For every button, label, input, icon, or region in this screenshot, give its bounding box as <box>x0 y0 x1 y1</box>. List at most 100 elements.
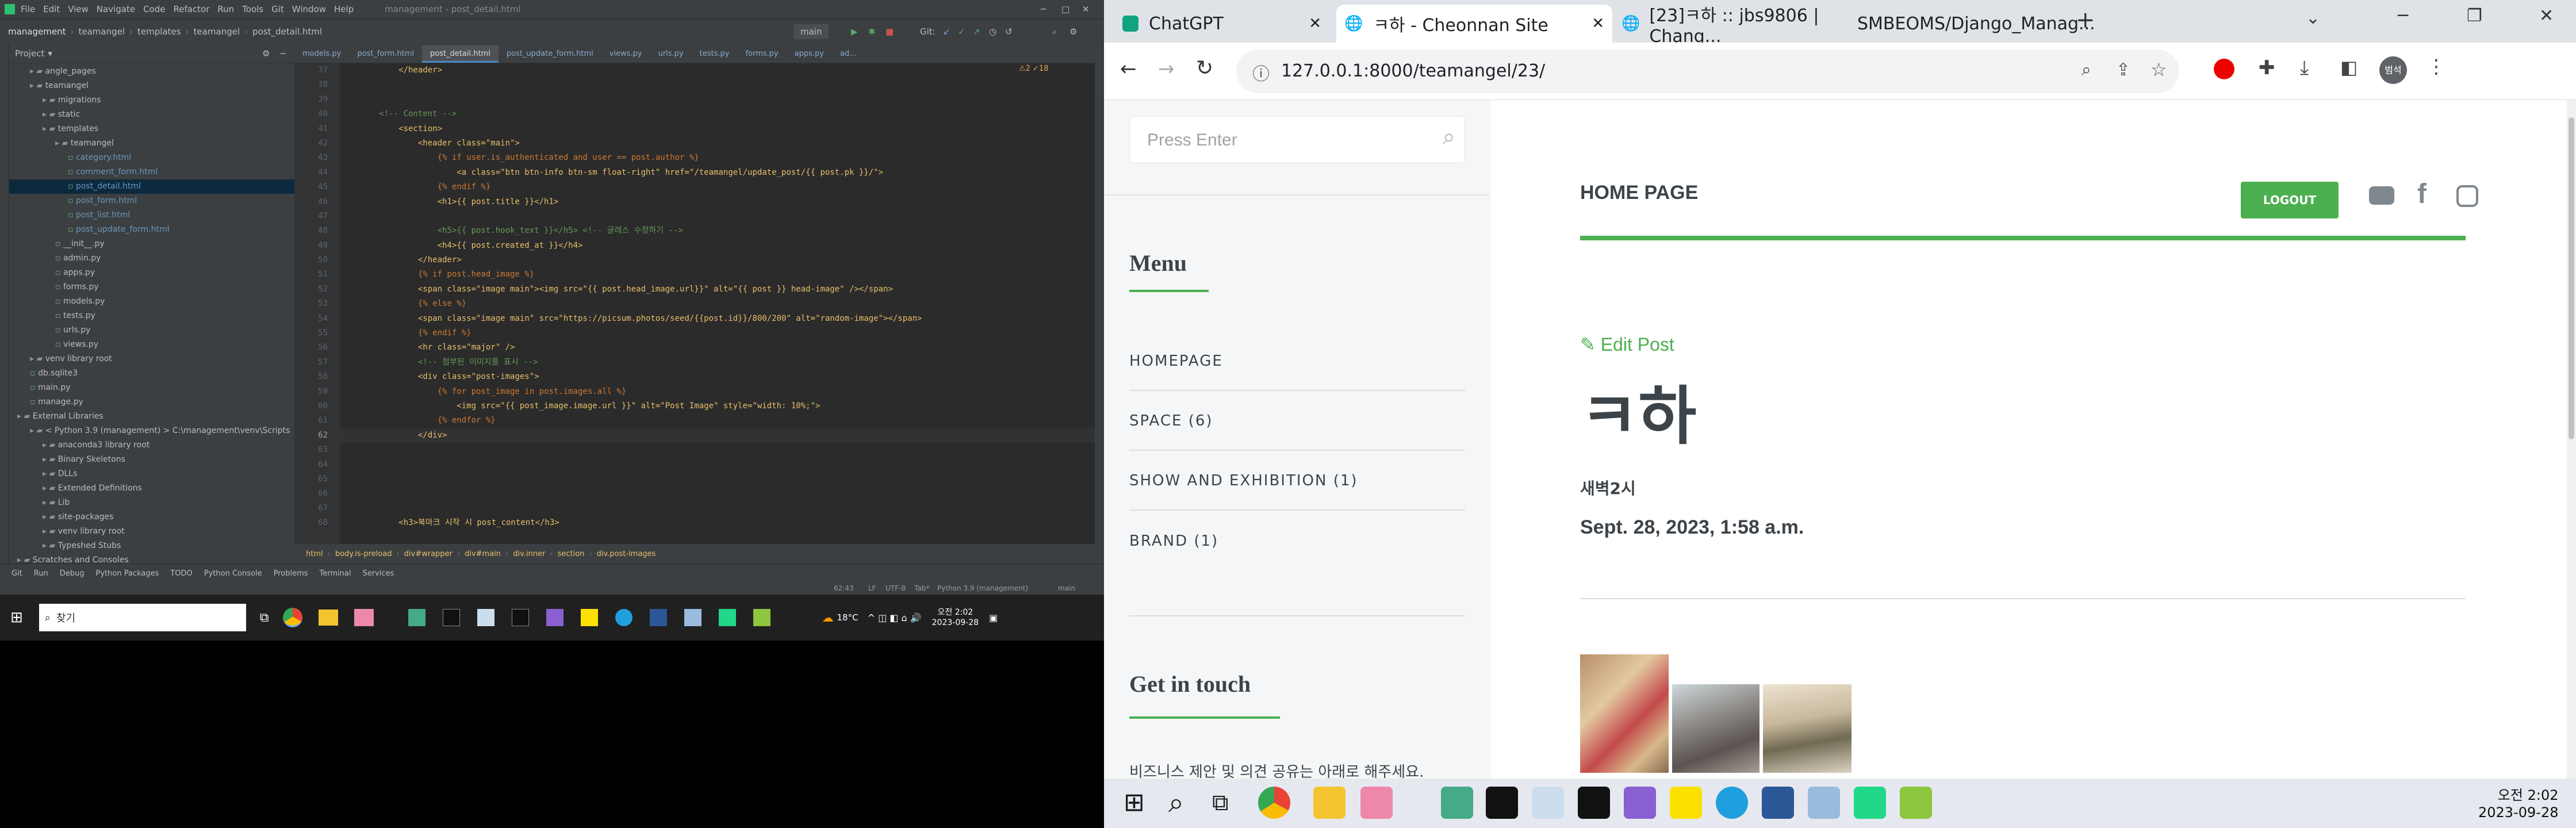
editor-tab[interactable]: ad... <box>832 45 865 63</box>
tree-folder[interactable]: ▸ ▰ External Libraries <box>9 409 294 424</box>
menu-window[interactable]: Window <box>292 4 326 14</box>
tree-folder[interactable]: ▸ ▰ templates <box>9 122 294 136</box>
html-breadcrumb-item[interactable]: div.post-images <box>597 550 656 558</box>
task-view-icon[interactable]: ⧉ <box>1212 787 1244 819</box>
pycharm-logo-icon[interactable] <box>5 4 15 14</box>
editor-tab[interactable]: models.py <box>294 45 349 63</box>
instagram-icon[interactable] <box>2456 185 2478 207</box>
maximize-icon[interactable]: □ <box>1061 4 1070 14</box>
tree-file[interactable]: ▫ manage.py <box>9 395 294 409</box>
bookmark-star-icon[interactable]: ☆ <box>2150 59 2167 80</box>
menu-file[interactable]: File <box>21 4 35 14</box>
tree-folder[interactable]: ▸ ▰ Lib <box>9 496 294 510</box>
run-icon[interactable]: ▶ <box>851 26 858 37</box>
paint-icon[interactable] <box>354 609 374 626</box>
editor-tab[interactable]: urls.py <box>650 45 692 63</box>
tree-file[interactable]: ▫ post_detail.html <box>9 179 294 194</box>
notepadpp-icon[interactable] <box>1900 787 1932 819</box>
back-icon[interactable]: ← <box>1120 57 1137 80</box>
tab-search-icon[interactable]: ⌄ <box>2306 8 2320 28</box>
clock[interactable]: 오전 2:02 2023-09-28 <box>2478 787 2558 821</box>
tree-folder[interactable]: ▸ ▰ teamangel <box>9 79 294 93</box>
taskbar-search[interactable]: ⌕ 찾기 <box>39 604 246 631</box>
history-icon[interactable]: ◷ <box>989 26 996 37</box>
status-position[interactable]: 62:43 <box>834 584 854 592</box>
status-interpreter[interactable]: Python 3.9 (management) <box>937 584 1028 592</box>
branch-selector[interactable]: main <box>793 24 829 39</box>
tree-folder[interactable]: ▸ ▰ teamangel <box>9 136 294 151</box>
tree-folder[interactable]: ▸ ▰ site-packages <box>9 510 294 524</box>
app-icon[interactable] <box>1441 787 1473 819</box>
html-breadcrumb-item[interactable]: body.is-preload <box>335 550 392 558</box>
inspection-widget[interactable]: ⚠2 ✓18 <box>1019 64 1049 73</box>
html-breadcrumb-item[interactable]: div#wrapper <box>404 550 453 558</box>
editor-tab[interactable]: apps.py <box>787 45 832 63</box>
explorer-icon[interactable] <box>1313 787 1346 819</box>
pycharm-task-icon[interactable] <box>1854 787 1886 819</box>
tree-file[interactable]: ▫ tests.py <box>9 309 294 323</box>
notepad-icon[interactable] <box>1532 787 1564 819</box>
tool-python-packages[interactable]: Python Packages <box>96 569 159 578</box>
status-encoding[interactable]: UTF-8 <box>885 584 906 592</box>
editor-tab[interactable]: tests.py <box>692 45 738 63</box>
settings-icon[interactable]: ⚙ <box>1070 26 1077 37</box>
cmd-icon[interactable] <box>1578 787 1610 819</box>
scrollbar-thumb[interactable] <box>2569 117 2574 439</box>
git-update-icon[interactable]: ↙ <box>943 26 950 37</box>
tree-folder[interactable]: ▸ ▰ static <box>9 108 294 122</box>
windows-start-icon[interactable]: ⊞ <box>10 609 23 626</box>
tool-python-console[interactable]: Python Console <box>204 569 262 578</box>
tree-file[interactable]: ▫ apps.py <box>9 266 294 280</box>
menu-git[interactable]: Git <box>271 4 284 14</box>
menu-navigate[interactable]: Navigate <box>97 4 135 14</box>
tree-file[interactable]: ▫ admin.py <box>9 251 294 266</box>
chrome-menu-icon[interactable]: ⋮ <box>2426 55 2446 78</box>
tree-folder[interactable]: ▸ ▰ migrations <box>9 93 294 108</box>
stop-icon[interactable]: ■ <box>885 26 894 37</box>
clock[interactable]: 오전 2:02 2023-09-28 <box>932 607 979 628</box>
tree-file[interactable]: ▫ post_form.html <box>9 194 294 208</box>
tree-folder[interactable]: ▸ ▰ < Python 3.9 (management) > C:\manag… <box>9 424 294 438</box>
notification-icon[interactable]: ▣ <box>989 612 998 623</box>
tab-close-icon[interactable]: ✕ <box>1592 15 1604 32</box>
url-text[interactable]: 127.0.0.1:8000/teamangel/23/ <box>1281 61 1545 81</box>
edit-post-button[interactable]: ✎ Edit Post <box>1580 334 1674 355</box>
tool-git[interactable]: Git <box>12 569 22 578</box>
menu-tools[interactable]: Tools <box>242 4 263 14</box>
menu-run[interactable]: Run <box>217 4 234 14</box>
nav-crumb-folder[interactable]: teamangel <box>194 26 240 37</box>
sidebar-item-space[interactable]: SPACE (6) <box>1129 392 1465 451</box>
extensions-puzzle-icon[interactable]: ✚ <box>2259 56 2275 79</box>
reload-icon[interactable]: ↻ <box>1196 56 1213 80</box>
debug-icon[interactable]: ✱ <box>868 26 876 37</box>
panel-gear-icon[interactable]: ⚙ <box>262 48 270 59</box>
tool-terminal[interactable]: Terminal <box>320 569 351 578</box>
tree-file[interactable]: ▫ db.sqlite3 <box>9 366 294 381</box>
tree-file[interactable]: ▫ category.html <box>9 151 294 165</box>
nav-crumb-root[interactable]: management <box>8 26 66 37</box>
status-branch[interactable]: main <box>1058 584 1075 592</box>
editor-tab-active[interactable]: post_detail.html <box>421 45 499 63</box>
extension-opera-icon[interactable] <box>2214 59 2234 79</box>
site-info-icon[interactable]: ⓘ <box>1252 60 1270 85</box>
close-icon[interactable]: ✕ <box>1082 4 1090 14</box>
tree-file[interactable]: ▫ comment_form.html <box>9 165 294 179</box>
sidebar-item-show-exhibition[interactable]: SHOW AND EXHIBITION (1) <box>1129 452 1465 511</box>
terminal-icon[interactable] <box>442 609 460 626</box>
tool-todo[interactable]: TODO <box>170 569 192 578</box>
menu-code[interactable]: Code <box>143 4 165 14</box>
editor-tab[interactable]: forms.py <box>737 45 786 63</box>
tree-folder[interactable]: ▸ ▰ Binary Skeletons <box>9 453 294 467</box>
tree-folder[interactable]: ▸ ▰ anaconda3 library root <box>9 438 294 453</box>
html-breadcrumb-item[interactable]: div.inner <box>513 550 545 558</box>
revert-icon[interactable]: ↺ <box>1005 26 1013 37</box>
windows-start-icon[interactable]: ⊞ <box>1124 787 1156 819</box>
explorer-icon[interactable] <box>318 610 338 626</box>
status-indent[interactable]: Tab* <box>914 584 929 592</box>
tree-file[interactable]: ▫ forms.py <box>9 280 294 294</box>
editor-tab[interactable]: post_update_form.html <box>499 45 601 63</box>
tree-folder[interactable]: ▸ ▰ venv library root <box>9 524 294 539</box>
store-icon[interactable] <box>684 609 702 626</box>
site-search-box[interactable]: Press Enter ⌕ <box>1129 116 1465 163</box>
tool-run[interactable]: Run <box>34 569 48 578</box>
